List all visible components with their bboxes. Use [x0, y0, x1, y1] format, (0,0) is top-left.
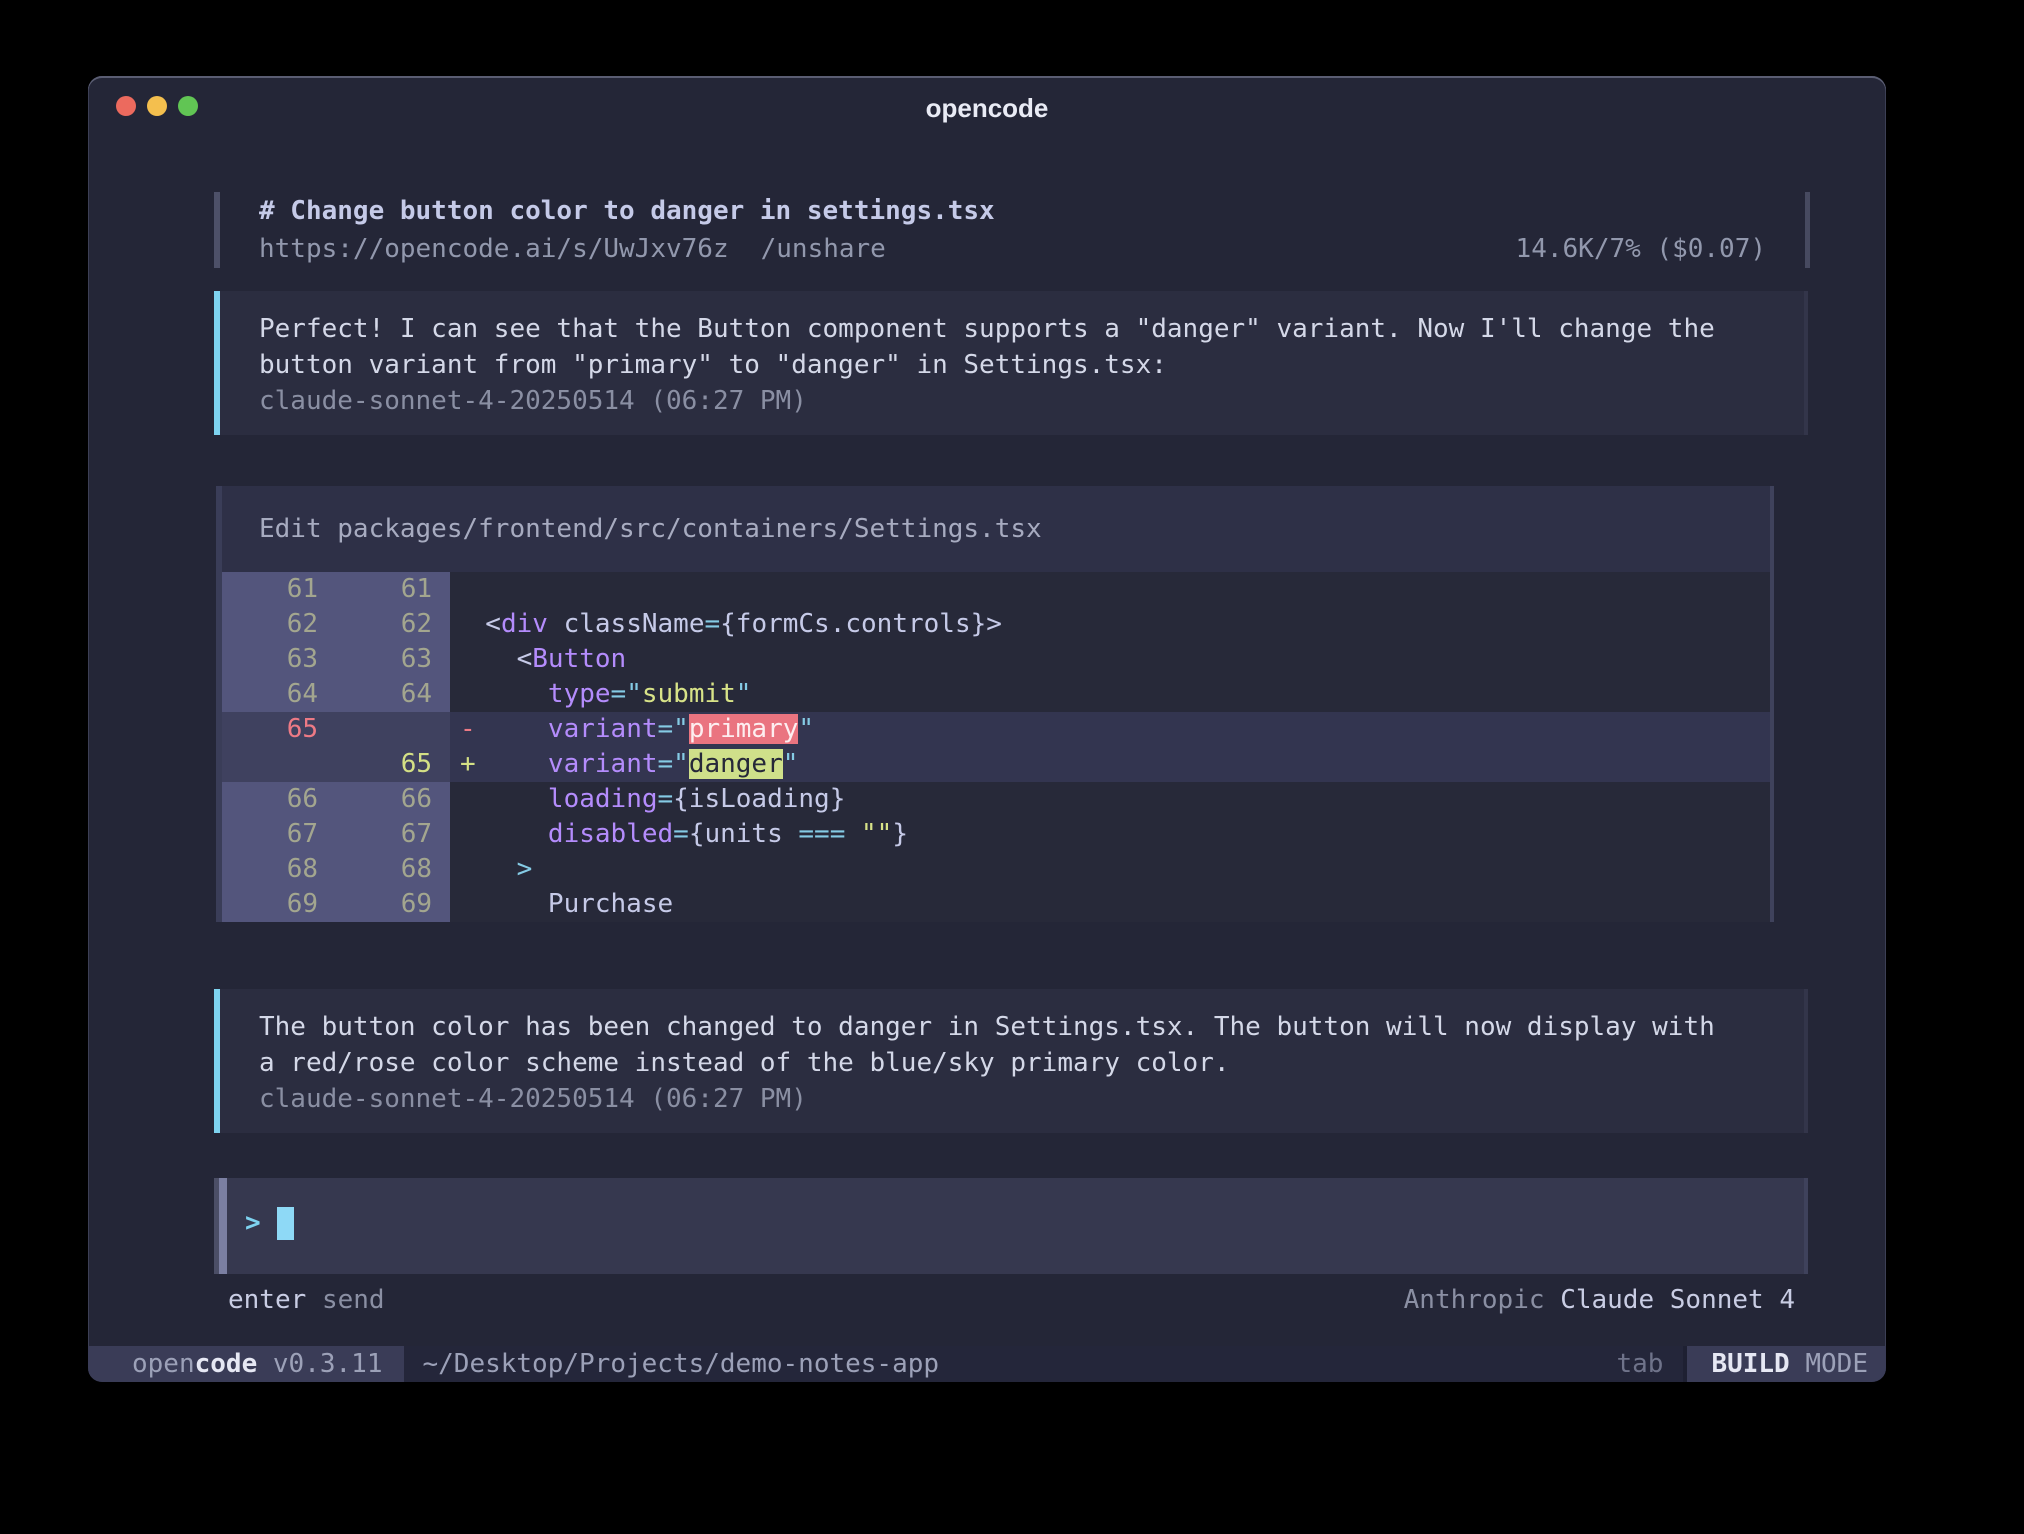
message-line: Perfect! I can see that the Button compo…	[259, 311, 1804, 347]
message-text: The button color has been changed to dan…	[259, 1009, 1804, 1081]
message-model-meta: claude-sonnet-4-20250514 (06:27 PM)	[259, 1081, 1804, 1117]
opencode-window: opencode # Change button color to danger…	[88, 76, 1886, 1382]
statusbar-spacer	[939, 1346, 1616, 1382]
provider-label: Anthropic	[1404, 1285, 1545, 1315]
diff-row: 65 + variant="danger"	[222, 747, 1770, 782]
old-line-number: 61	[222, 572, 318, 607]
diff-row: 6161	[222, 572, 1770, 607]
old-line-number: 68	[222, 852, 318, 887]
diff-gutter: 6262	[222, 607, 450, 642]
header-right-bar	[1805, 192, 1810, 268]
send-hint: enter send	[228, 1282, 385, 1318]
diff-gutter: 6363	[222, 642, 450, 677]
old-line-number	[222, 747, 318, 782]
message-text: Perfect! I can see that the Button compo…	[259, 311, 1804, 383]
mode-indicator[interactable]: BUILD MODE	[1687, 1346, 1886, 1382]
added-marker-icon: +	[460, 747, 476, 782]
screen: opencode # Change button color to danger…	[0, 0, 2024, 1534]
diff-row: 6363 <Button	[222, 642, 1770, 677]
share-url[interactable]: https://opencode.ai/s/UwJxv76z	[259, 234, 729, 264]
new-line-number	[318, 712, 432, 747]
assistant-message: The button color has been changed to dan…	[214, 989, 1808, 1133]
diff-gutter: 6666	[222, 782, 450, 817]
message-model-meta: claude-sonnet-4-20250514 (06:27 PM)	[259, 383, 1804, 419]
diff-code-line: Purchase	[450, 887, 1770, 922]
edit-tool-block: Edit packages/frontend/src/containers/Se…	[216, 486, 1774, 922]
header-left-bar	[214, 192, 220, 268]
model-indicator: Anthropic Claude Sonnet 4	[1404, 1282, 1795, 1318]
prompt-symbol: >	[245, 1206, 261, 1240]
old-line-number: 67	[222, 817, 318, 852]
old-line-number: 66	[222, 782, 318, 817]
working-directory: ~/Desktop/Projects/demo-notes-app	[422, 1346, 939, 1382]
diff-row: 6262 <div className={formCs.controls}>	[222, 607, 1770, 642]
window-title: opencode	[88, 93, 1886, 124]
model-label: Claude Sonnet 4	[1560, 1285, 1795, 1315]
diff-code-line: loading={isLoading}	[450, 782, 1770, 817]
diff-row: 65 - variant="primary"	[222, 712, 1770, 747]
diff-gutter: 6464	[222, 677, 450, 712]
diff-gutter: 6868	[222, 852, 450, 887]
diff-code-line: <Button	[450, 642, 1770, 677]
tab-key-hint[interactable]: tab	[1616, 1346, 1663, 1382]
session-header: # Change button color to danger in setti…	[214, 192, 1810, 268]
mode-name: BUILD	[1711, 1349, 1789, 1379]
diff-gutter: 6969	[222, 887, 450, 922]
new-line-number: 65	[318, 747, 432, 782]
new-line-number: 67	[318, 817, 432, 852]
diff-code-line: + variant="danger"	[450, 747, 1770, 782]
diff-code-line: <div className={formCs.controls}>	[450, 607, 1770, 642]
send-label: send	[322, 1285, 385, 1315]
message-line: a red/rose color scheme instead of the b…	[259, 1045, 1804, 1081]
old-line-number: 64	[222, 677, 318, 712]
old-line-number: 63	[222, 642, 318, 677]
diff-row: 6767 disabled={units === ""}	[222, 817, 1770, 852]
app-version-segment: opencode v0.3.11	[88, 1346, 404, 1382]
prompt-input[interactable]: >	[215, 1178, 1808, 1274]
old-line-number: 65	[222, 712, 318, 747]
diff-gutter: 65	[222, 712, 450, 747]
diff-table: 61616262 <div className={formCs.controls…	[222, 572, 1770, 922]
mode-suffix: MODE	[1790, 1349, 1868, 1379]
session-subline: https://opencode.ai/s/UwJxv76z/unshare 1…	[259, 230, 1810, 268]
status-bar: opencode v0.3.11 ~/Desktop/Projects/demo…	[88, 1346, 1886, 1382]
app-version: v0.3.11	[257, 1349, 382, 1379]
diff-code-line: >	[450, 852, 1770, 887]
app-name-code: code	[195, 1349, 258, 1379]
share-url-row: https://opencode.ai/s/UwJxv76z/unshare	[259, 230, 886, 268]
app-name-open: open	[132, 1349, 195, 1379]
new-line-number: 62	[318, 607, 432, 642]
titlebar: opencode	[88, 76, 1886, 136]
diff-code-line: disabled={units === ""}	[450, 817, 1770, 852]
new-line-number: 64	[318, 677, 432, 712]
new-line-number: 69	[318, 887, 432, 922]
hint-row: enter send Anthropic Claude Sonnet 4	[228, 1282, 1795, 1318]
old-line-number: 62	[222, 607, 318, 642]
new-line-number: 66	[318, 782, 432, 817]
unshare-command[interactable]: /unshare	[761, 234, 886, 264]
diff-code-line: type="submit"	[450, 677, 1770, 712]
message-line: The button color has been changed to dan…	[259, 1009, 1804, 1045]
text-cursor	[277, 1207, 294, 1240]
new-line-number: 68	[318, 852, 432, 887]
diff-row: 6868 >	[222, 852, 1770, 887]
diff-gutter: 65	[222, 747, 450, 782]
removed-marker-icon: -	[460, 712, 476, 747]
diff-row: 6969 Purchase	[222, 887, 1770, 922]
diff-gutter: 6161	[222, 572, 450, 607]
old-line-number: 69	[222, 887, 318, 922]
session-title: # Change button color to danger in setti…	[259, 192, 1810, 230]
diff-gutter: 6767	[222, 817, 450, 852]
edit-file-path: Edit packages/frontend/src/containers/Se…	[222, 486, 1770, 572]
new-line-number: 63	[318, 642, 432, 677]
diff-row: 6666 loading={isLoading}	[222, 782, 1770, 817]
token-usage: 14.6K/7% ($0.07)	[1516, 230, 1766, 268]
message-line: button variant from "primary" to "danger…	[259, 347, 1804, 383]
assistant-message: Perfect! I can see that the Button compo…	[214, 291, 1808, 435]
enter-key-label: enter	[228, 1285, 306, 1315]
diff-code-line: - variant="primary"	[450, 712, 1770, 747]
diff-row: 6464 type="submit"	[222, 677, 1770, 712]
diff-code-line	[450, 572, 1770, 607]
new-line-number: 61	[318, 572, 432, 607]
